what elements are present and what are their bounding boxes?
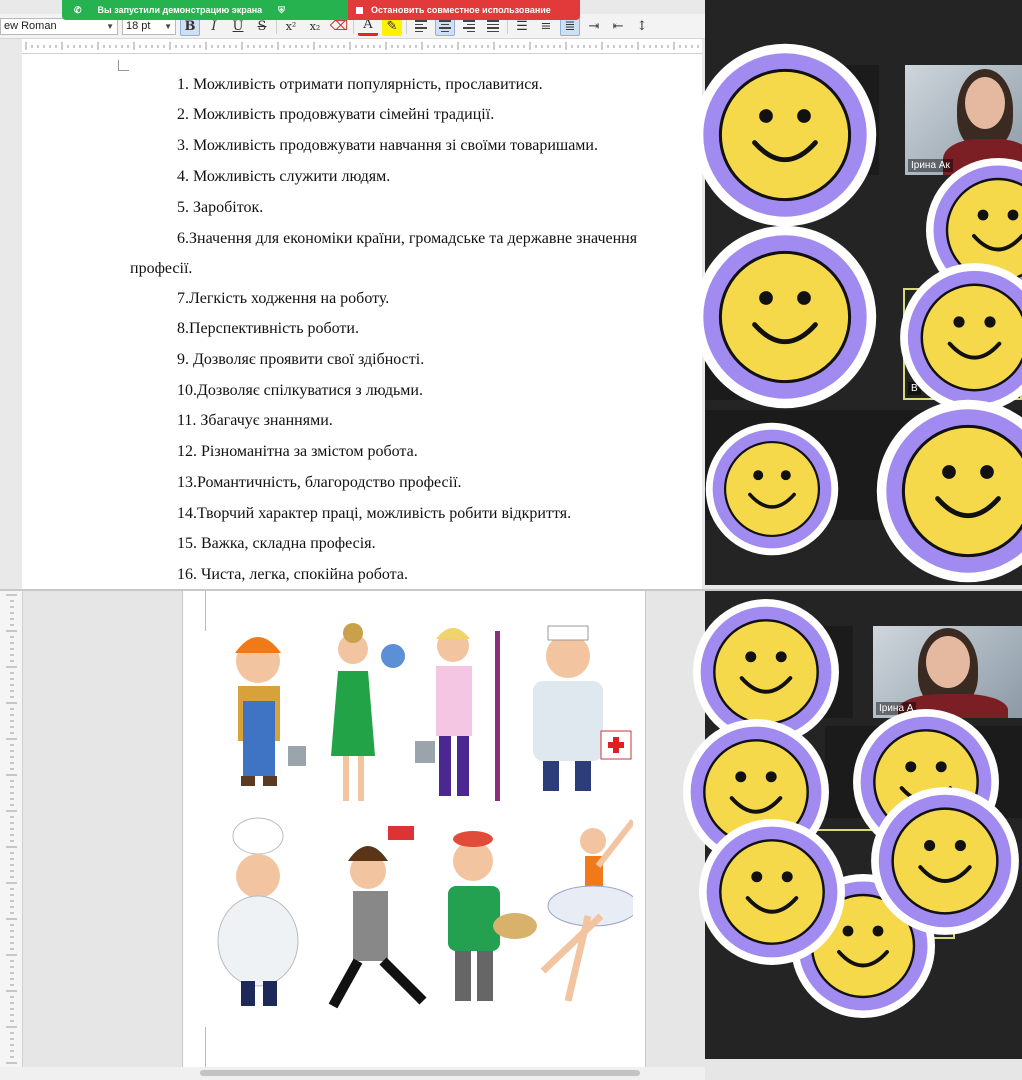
line-spacing-icon[interactable]: ↕ (632, 16, 652, 36)
list-item: 10.Дозволяє спілкуватися з людьми. (177, 382, 423, 399)
chevron-down-icon: ▼ (164, 21, 172, 31)
artist-figure (448, 831, 537, 1001)
list-item: професії. (130, 260, 193, 277)
font-size-select[interactable]: 18 pt ▼ (122, 17, 176, 35)
horizontal-scrollbar[interactable] (0, 1067, 705, 1080)
list-item: 9. Дозволяє проявити свої здібності. (177, 351, 425, 368)
smiley-sticker (697, 817, 847, 967)
list-item: 13.Романтичність, благородство професії. (177, 474, 462, 491)
chef-figure (217, 817, 299, 1006)
list-item: 15. Важка, складна професія. (177, 535, 376, 552)
toolbar-divider (276, 18, 277, 34)
decrease-indent-icon[interactable]: ⇤ (608, 16, 628, 36)
toolbar-divider (406, 18, 407, 34)
list-item: 8.Перспективність роботи. (177, 320, 359, 337)
scrollbar-thumb[interactable] (200, 1070, 640, 1076)
page-margin-corner (118, 60, 129, 71)
toolbar-divider (507, 18, 508, 34)
vertical-ruler[interactable] (0, 591, 23, 1080)
smiley-sticker (690, 222, 880, 412)
cleaner-figure (415, 628, 500, 801)
list-item: 2. Можливість продовжувати сімейні тради… (177, 106, 495, 123)
increase-indent-icon[interactable]: ⇥ (584, 16, 604, 36)
builder-figure (235, 637, 306, 786)
list-item: 1. Можливість отримати популярність, про… (177, 76, 543, 93)
font-name-value: ew Roman (4, 20, 57, 32)
phone-icon: ✆ (74, 4, 82, 15)
list-item: 12. Різноманітна за змістом робота. (177, 443, 418, 460)
smiley-sticker (873, 396, 1022, 586)
sharing-text: Вы запустили демонстрацию экрана (97, 5, 263, 15)
ballerina-figure (540, 819, 633, 1002)
document-page[interactable]: 1. Можливість отримати популярність, про… (22, 54, 702, 590)
document-page[interactable] (182, 591, 646, 1067)
bottom-screen-share: Ірина А (0, 591, 1022, 1080)
shield-icon: ⛨ (278, 4, 285, 15)
stop-sharing-button[interactable]: Остановить совместное использование (348, 0, 580, 20)
toolbar-divider (353, 18, 354, 34)
teacher-figure (331, 623, 405, 801)
smiley-sticker (868, 784, 1022, 938)
list-item: 16. Чиста, легка, спокійна робота. (177, 566, 408, 583)
list-item: 4. Можливість служити людям. (177, 168, 391, 185)
smiley-sticker (690, 40, 880, 230)
video-tile[interactable]: Ірина А (873, 626, 1022, 718)
screen-share-bar: ✆ Вы запустили демонстрацию экрана ⛨ Ост… (62, 0, 580, 20)
horizontal-ruler[interactable] (22, 39, 702, 54)
top-screen-share: ew Roman ▼ 18 pt ▼ B I U S x² x₂ ⌫ A ✎ ☰… (0, 0, 1022, 590)
stop-sharing-text: Остановить совместное использование (371, 5, 551, 15)
hairdresser-figure (328, 826, 427, 1009)
chevron-down-icon: ▼ (106, 21, 114, 31)
list-item: 11. Збагачує знаннями. (177, 412, 333, 429)
sharing-notice: ✆ Вы запустили демонстрацию экрана ⛨ (62, 0, 348, 20)
font-size-value: 18 pt (126, 20, 151, 32)
list-item: 14.Творчий характер праці, можливість ро… (177, 505, 572, 522)
smiley-sticker (897, 260, 1022, 415)
list-item: 7.Легкість ходження на роботу. (177, 290, 390, 307)
stop-icon (356, 6, 363, 14)
list-item: 5. Заробіток. (177, 199, 264, 216)
smiley-sticker (703, 420, 841, 558)
professions-clipart-image[interactable] (193, 611, 633, 1051)
list-item: 3. Можливість продовжувати навчання зі с… (177, 137, 598, 154)
doctor-figure (533, 625, 632, 791)
list-item: 6.Значення для економіки країни, громадс… (177, 230, 638, 247)
font-name-select[interactable]: ew Roman ▼ (0, 17, 118, 35)
